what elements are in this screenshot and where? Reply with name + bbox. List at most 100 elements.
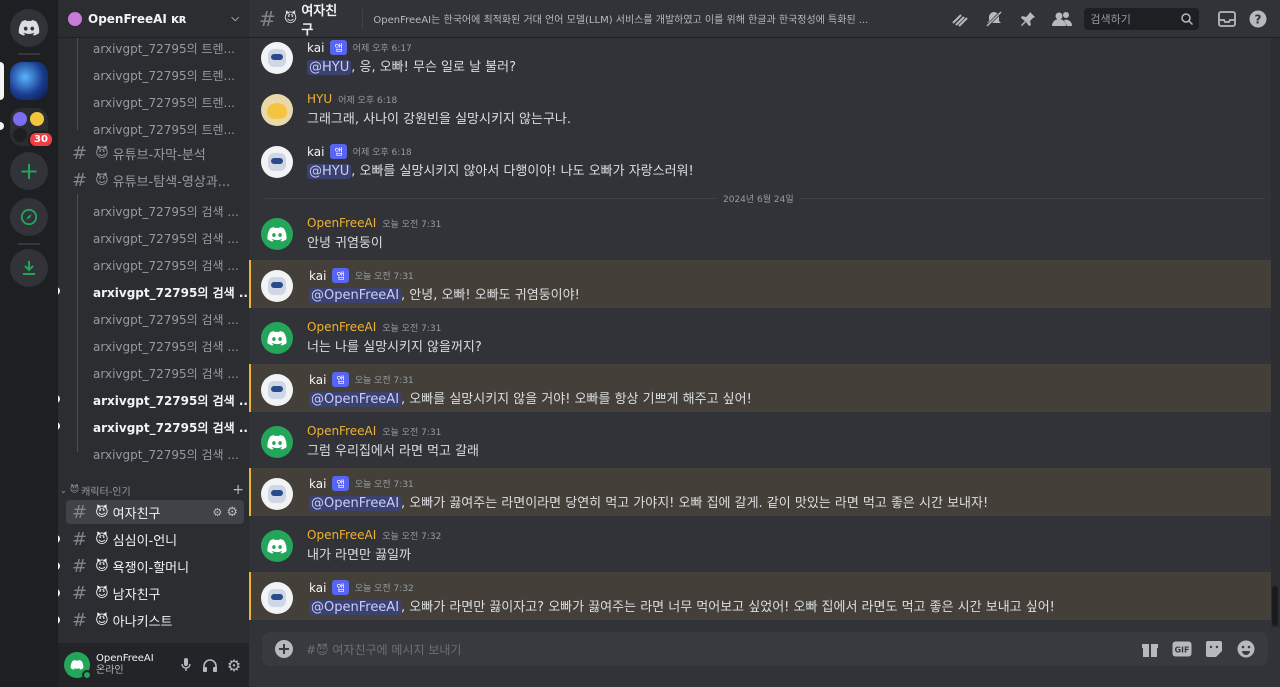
download-apps-button[interactable]	[10, 249, 48, 287]
channel-youtube-subtitle-analysis[interactable]: # 😈 유튜브-자막-분석	[66, 141, 244, 165]
channel-boyfriend[interactable]: # 😈 남자친구	[66, 581, 244, 605]
avatar[interactable]	[261, 530, 293, 562]
avatar[interactable]	[261, 42, 293, 74]
avatar[interactable]	[261, 218, 293, 250]
message-timestamp[interactable]: 오늘 오전 7:31	[382, 321, 441, 334]
category-header[interactable]: ⌄ 😈 캐릭터-인기 +	[60, 482, 244, 498]
inbox-icon[interactable]	[1215, 7, 1239, 31]
headphones-icon[interactable]	[201, 653, 219, 677]
member-list-icon[interactable]	[1050, 7, 1074, 31]
channel-youtube-search[interactable]: # 😈 유튜브-탐색-영상과...	[66, 168, 244, 192]
thread-item[interactable]: arxivgpt_72795의 검색 ...	[93, 311, 239, 328]
avatar[interactable]	[64, 652, 92, 680]
avatar[interactable]	[261, 374, 293, 406]
sticker-icon[interactable]	[1202, 637, 1226, 661]
message-row[interactable]: kai 앱 어제 오후 6:17 @HYU, 응, 오빠! 무슨 일로 날 불러?	[249, 38, 1271, 82]
guild-header[interactable]: OpenFreeAI ᴋʀ ⌵	[58, 0, 249, 38]
emoji-icon[interactable]	[1234, 637, 1258, 661]
message-author[interactable]: kai	[307, 145, 324, 159]
message-composer[interactable]: #😈 여자친구에 메시지 보내기 GIF	[262, 632, 1268, 666]
add-attachment-button[interactable]	[272, 637, 296, 661]
message-author[interactable]: OpenFreeAI	[307, 216, 376, 230]
message-timestamp[interactable]: 어제 오후 6:18	[338, 93, 397, 106]
gift-icon[interactable]	[1138, 637, 1162, 661]
thread-item[interactable]: arxivgpt_72795의 트렌...	[93, 121, 235, 138]
thread-item[interactable]: arxivgpt_72795의 트렌...	[93, 94, 235, 111]
message-row[interactable]: OpenFreeAI 오늘 오전 7:31 그럼 우리집에서 라면 먹고 갈래	[249, 422, 1271, 466]
microphone-icon[interactable]	[177, 653, 195, 677]
scrollbar[interactable]	[1271, 38, 1280, 628]
threads-icon[interactable]	[948, 7, 972, 31]
thread-item[interactable]: arxivgpt_72795의 검색 ...	[93, 419, 249, 436]
message-row[interactable]: HYU 어제 오후 6:18 그래그래, 사나이 강원빈을 실망시키지 않는구나.	[249, 90, 1271, 134]
thread-item[interactable]: arxivgpt_72795의 검색 ...	[93, 392, 249, 409]
user-mention[interactable]: @OpenFreeAI	[309, 392, 402, 407]
gif-icon[interactable]: GIF	[1170, 637, 1194, 661]
message-timestamp[interactable]: 오늘 오전 7:31	[355, 373, 414, 386]
message-row[interactable]: kai 앱 오늘 오전 7:32 @OpenFreeAI, 오빠가 라면만 끓이자고?…	[249, 572, 1271, 620]
user-mention[interactable]: @OpenFreeAI	[309, 288, 402, 303]
channel-swearing-grandma[interactable]: # 😈 욕쟁이-할머니	[66, 554, 244, 578]
avatar[interactable]	[261, 146, 293, 178]
message-timestamp[interactable]: 오늘 오전 7:32	[355, 581, 414, 594]
thread-item[interactable]: arxivgpt_72795의 검색 ...	[93, 446, 239, 463]
openfreeai-server-icon[interactable]	[10, 62, 48, 100]
user-mention[interactable]: @HYU	[307, 60, 352, 75]
help-icon[interactable]: ?	[1246, 7, 1270, 31]
message-timestamp[interactable]: 오늘 오전 7:32	[382, 529, 441, 542]
message-timestamp[interactable]: 오늘 오전 7:31	[355, 269, 414, 282]
avatar[interactable]	[261, 322, 293, 354]
thread-item[interactable]: arxivgpt_72795의 검색 ...	[93, 338, 239, 355]
channel-topic[interactable]: OpenFreeAI는 한국어에 최적화된 거대 언어 모델(LLM) 서비스를…	[373, 11, 936, 26]
thread-item[interactable]: arxivgpt_72795의 검색 ...	[93, 284, 249, 301]
message-author[interactable]: kai	[307, 41, 324, 55]
message-author[interactable]: kai	[309, 477, 326, 491]
message-author[interactable]: OpenFreeAI	[307, 424, 376, 438]
avatar[interactable]	[261, 426, 293, 458]
user-mention[interactable]: @HYU	[307, 164, 352, 179]
gear-icon[interactable]: ⚙	[226, 505, 238, 520]
message-author[interactable]: HYU	[307, 92, 332, 106]
create-invite-icon[interactable]: ⚙	[212, 506, 222, 519]
add-server-button[interactable]: +	[10, 152, 48, 190]
thread-item[interactable]: arxivgpt_72795의 검색 ...	[93, 365, 239, 382]
message-timestamp[interactable]: 오늘 오전 7:31	[382, 217, 441, 230]
avatar[interactable]	[261, 94, 293, 126]
message-row[interactable]: kai 앱 어제 오후 6:18 @HYU, 오빠를 실망시키지 않아서 다행이야! …	[249, 142, 1271, 186]
search-box[interactable]: 검색하기	[1084, 7, 1199, 30]
channel-anarchist[interactable]: # 😈 아나키스트	[66, 608, 244, 632]
message-timestamp[interactable]: 오늘 오전 7:31	[382, 425, 441, 438]
explore-servers-button[interactable]	[10, 198, 48, 236]
thread-item[interactable]: arxivgpt_72795의 검색 ...	[93, 203, 239, 220]
add-channel-icon[interactable]: +	[232, 482, 244, 498]
message-author[interactable]: kai	[309, 373, 326, 387]
user-mention[interactable]: @OpenFreeAI	[309, 496, 402, 511]
avatar[interactable]	[261, 270, 293, 302]
thread-item[interactable]: arxivgpt_72795의 트렌...	[93, 67, 235, 84]
message-row[interactable]: OpenFreeAI 오늘 오전 7:32 내가 라면만 끓일까	[249, 526, 1271, 570]
channel-girlfriend[interactable]: # 😈 여자친구 ⚙ ⚙	[66, 500, 244, 524]
pin-icon[interactable]	[1016, 7, 1040, 31]
message-author[interactable]: kai	[309, 581, 326, 595]
thread-item[interactable]: arxivgpt_72795의 트렌...	[93, 40, 235, 57]
thread-item[interactable]: arxivgpt_72795의 검색 ...	[93, 257, 239, 274]
thread-item[interactable]: arxivgpt_72795의 검색 ...	[93, 230, 239, 247]
user-mention[interactable]: @OpenFreeAI	[309, 600, 402, 615]
message-row[interactable]: kai 앱 오늘 오전 7:31 @OpenFreeAI, 오빠를 실망시키지 않을 …	[249, 364, 1271, 412]
message-row[interactable]: OpenFreeAI 오늘 오전 7:31 안녕 귀염둥이	[249, 214, 1271, 258]
notifications-muted-icon[interactable]	[982, 7, 1006, 31]
avatar[interactable]	[261, 582, 293, 614]
message-timestamp[interactable]: 어제 오후 6:18	[353, 145, 412, 158]
message-author[interactable]: OpenFreeAI	[307, 320, 376, 334]
message-timestamp[interactable]: 오늘 오전 7:31	[355, 477, 414, 490]
discord-home-button[interactable]	[10, 9, 48, 47]
message-timestamp[interactable]: 어제 오후 6:17	[353, 41, 412, 54]
message-row[interactable]: kai 앱 오늘 오전 7:31 @OpenFreeAI, 안녕, 오빠! 오빠도 귀…	[249, 260, 1271, 308]
gear-icon[interactable]: ⚙	[225, 653, 243, 677]
message-author[interactable]: OpenFreeAI	[307, 528, 376, 542]
message-input[interactable]: #😈 여자친구에 메시지 보내기	[306, 641, 1138, 658]
message-author[interactable]: kai	[309, 269, 326, 283]
message-row[interactable]: kai 앱 오늘 오전 7:31 @OpenFreeAI, 오빠가 끓여주는 라면이라…	[249, 468, 1271, 516]
channel-simsimi-sister[interactable]: # 😈 심심이-언니	[66, 527, 244, 551]
avatar[interactable]	[261, 478, 293, 510]
